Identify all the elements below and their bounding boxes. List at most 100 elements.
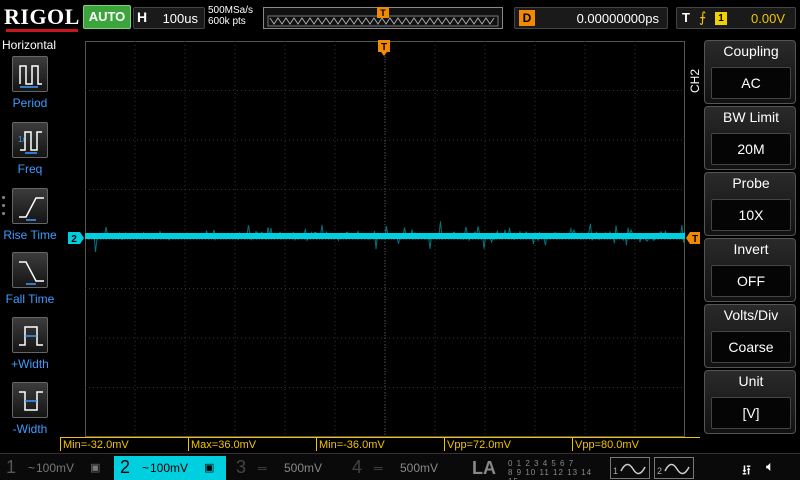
menu-unit-value: [V] xyxy=(711,397,791,429)
horizontal-tag: H xyxy=(137,9,148,25)
brand-underline xyxy=(6,29,78,32)
generator-1-status[interactable]: 1 xyxy=(610,457,650,479)
measurement-result[interactable]: Max=36.0mV xyxy=(188,437,316,451)
la-digits-bottom: 8 9 10 11 12 13 14 15 xyxy=(508,468,593,480)
measure-positive-width[interactable]: +Width xyxy=(0,317,60,381)
menu-bw-limit-title: BW Limit xyxy=(723,109,779,125)
channel-2-scale: 100mV xyxy=(150,461,189,475)
menu-coupling-value: AC xyxy=(711,67,791,99)
channel-4-status[interactable]: 4 ═ 500mV xyxy=(346,456,458,480)
fall-time-icon xyxy=(12,252,48,288)
menu-invert-value: OFF xyxy=(711,265,791,297)
measure-fall-time[interactable]: Fall Time xyxy=(0,252,60,316)
positive-width-icon xyxy=(12,317,48,353)
usb-icon: ⭿ xyxy=(742,462,752,478)
logic-analyzer-status[interactable]: LA 0 1 2 3 4 5 6 7 8 9 10 11 12 13 14 15 xyxy=(466,456,606,480)
channel-1-status[interactable]: 1 ~ 100mV ▣ xyxy=(0,456,112,480)
measure-period[interactable]: Period xyxy=(0,56,60,120)
measure-negative-width-label: -Width xyxy=(12,422,48,436)
panel-title: Horizontal xyxy=(2,38,57,52)
acquisition-info: 500MSa/s 600k pts xyxy=(208,5,253,27)
svg-text:2: 2 xyxy=(71,234,77,244)
menu-volts-div-title: Volts/Div xyxy=(723,307,779,323)
dc-coupling-icon: ═ xyxy=(258,461,267,475)
menu-probe[interactable]: Probe ◀ 10X xyxy=(704,172,796,236)
menu-probe-title: Probe xyxy=(732,175,770,191)
timebase-display[interactable]: H 100us xyxy=(133,7,205,29)
svg-text:T: T xyxy=(692,234,698,244)
measure-rise-time-label: Rise Time xyxy=(3,228,57,242)
sine-wave-icon xyxy=(620,463,646,475)
menu-coupling-title: Coupling xyxy=(723,43,779,59)
sine-wave-icon xyxy=(664,463,690,475)
measurement-results-bar: Min=-32.0mV Max=36.0mV Min=-36.0mV Vpp=7… xyxy=(60,437,700,452)
la-channel-digits: 0 1 2 3 4 5 6 7 8 9 10 11 12 13 14 15 xyxy=(508,459,606,480)
rising-edge-icon: ⨍ xyxy=(699,9,707,25)
measurement-panel: Horizontal Period 1/ Freq Rise Time Fall… xyxy=(0,36,60,436)
ac-coupling-icon: ~ xyxy=(142,461,150,475)
menu-bw-limit[interactable]: BW Limit 20M xyxy=(704,106,796,170)
delay-tag: D xyxy=(519,10,535,26)
channel-menu: Coupling ◀ AC BW Limit 20M Probe ◀ 10X I… xyxy=(700,40,796,434)
top-status-bar: RIGOL AUTO H 100us 500MSa/s 600k pts T D… xyxy=(0,0,800,36)
rise-time-icon xyxy=(12,188,48,224)
channel-status-bar: 1 ~ 100mV ▣ 2 ~ 100mV ▣ 3 ═ 500mV 4 ═ 50… xyxy=(0,453,800,480)
measure-negative-width[interactable]: -Width xyxy=(0,382,60,446)
channel-2-number: 2 xyxy=(120,457,131,477)
bw-limit-icon: ▣ xyxy=(90,462,101,474)
channel-2-status[interactable]: 2 ~ 100mV ▣ xyxy=(114,456,226,480)
memory-overview-strip: T xyxy=(263,7,503,29)
menu-bw-limit-value: 20M xyxy=(711,133,791,165)
channel-2-trace xyxy=(85,233,685,239)
measure-frequency[interactable]: 1/ Freq xyxy=(0,122,60,186)
channel-3-status[interactable]: 3 ═ 500mV xyxy=(230,456,342,480)
period-icon xyxy=(12,56,48,92)
brand-logo: RIGOL xyxy=(4,4,80,29)
svg-text:1/: 1/ xyxy=(18,135,25,144)
waveform-display[interactable] xyxy=(85,41,685,437)
channel-3-number: 3 xyxy=(236,457,247,477)
menu-coupling[interactable]: Coupling ◀ AC xyxy=(704,40,796,104)
run-status-badge[interactable]: AUTO xyxy=(83,5,131,29)
measurement-result[interactable]: Min=-32.0mV xyxy=(60,437,188,451)
trigger-tag: T xyxy=(682,10,690,25)
svg-text:T: T xyxy=(381,42,387,53)
measure-positive-width-label: +Width xyxy=(11,357,49,371)
delay-display[interactable]: D 0.00000000ps xyxy=(514,7,668,29)
channel-3-scale: 500mV xyxy=(284,461,323,475)
sample-rate: 500MSa/s xyxy=(208,5,254,16)
menu-probe-value: 10X xyxy=(711,199,791,231)
negative-width-icon xyxy=(12,382,48,418)
trigger-position-marker: T xyxy=(377,7,389,18)
measurement-result[interactable]: Min=-36.0mV xyxy=(316,437,444,451)
channel-1-number: 1 xyxy=(6,457,17,477)
measure-rise-time[interactable]: Rise Time xyxy=(0,188,60,252)
svg-text:T: T xyxy=(380,8,386,18)
menu-unit[interactable]: Unit ◀ [V] xyxy=(704,370,796,434)
measurement-result[interactable]: Vpp=72.0mV xyxy=(444,437,572,451)
memory-depth: 600k pts xyxy=(208,16,246,27)
menu-invert[interactable]: Invert OFF xyxy=(704,238,796,302)
trigger-time-marker[interactable]: T xyxy=(378,40,390,56)
trigger-level: 0.00V xyxy=(751,11,785,26)
menu-invert-title: Invert xyxy=(733,241,769,257)
generator-2-status[interactable]: 2 xyxy=(654,457,694,479)
menu-unit-title: Unit xyxy=(738,373,764,389)
menu-volts-div[interactable]: Volts/Div Coarse xyxy=(704,304,796,368)
measurement-result[interactable]: Vpp=80.0mV xyxy=(572,437,700,451)
channel-1-scale: 100mV xyxy=(36,461,75,475)
ac-coupling-icon: ~ xyxy=(28,461,36,475)
channel-4-scale: 500mV xyxy=(400,461,439,475)
measure-period-label: Period xyxy=(12,96,48,110)
trigger-display[interactable]: T ⨍ 1 0.00V xyxy=(676,7,796,29)
dc-coupling-icon: ═ xyxy=(374,461,383,475)
measure-frequency-label: Freq xyxy=(17,162,43,176)
la-tag: LA xyxy=(472,458,496,478)
timebase-value: 100us xyxy=(162,11,198,26)
channel-4-number: 4 xyxy=(352,457,363,477)
menu-volts-div-value: Coarse xyxy=(711,331,791,363)
speaker-mute-icon[interactable]: 🔈︎ xyxy=(766,458,774,475)
trigger-level-marker[interactable]: T xyxy=(686,232,700,244)
frequency-icon: 1/ xyxy=(12,122,48,158)
channel-2-offset-marker[interactable]: 2 xyxy=(68,232,84,244)
